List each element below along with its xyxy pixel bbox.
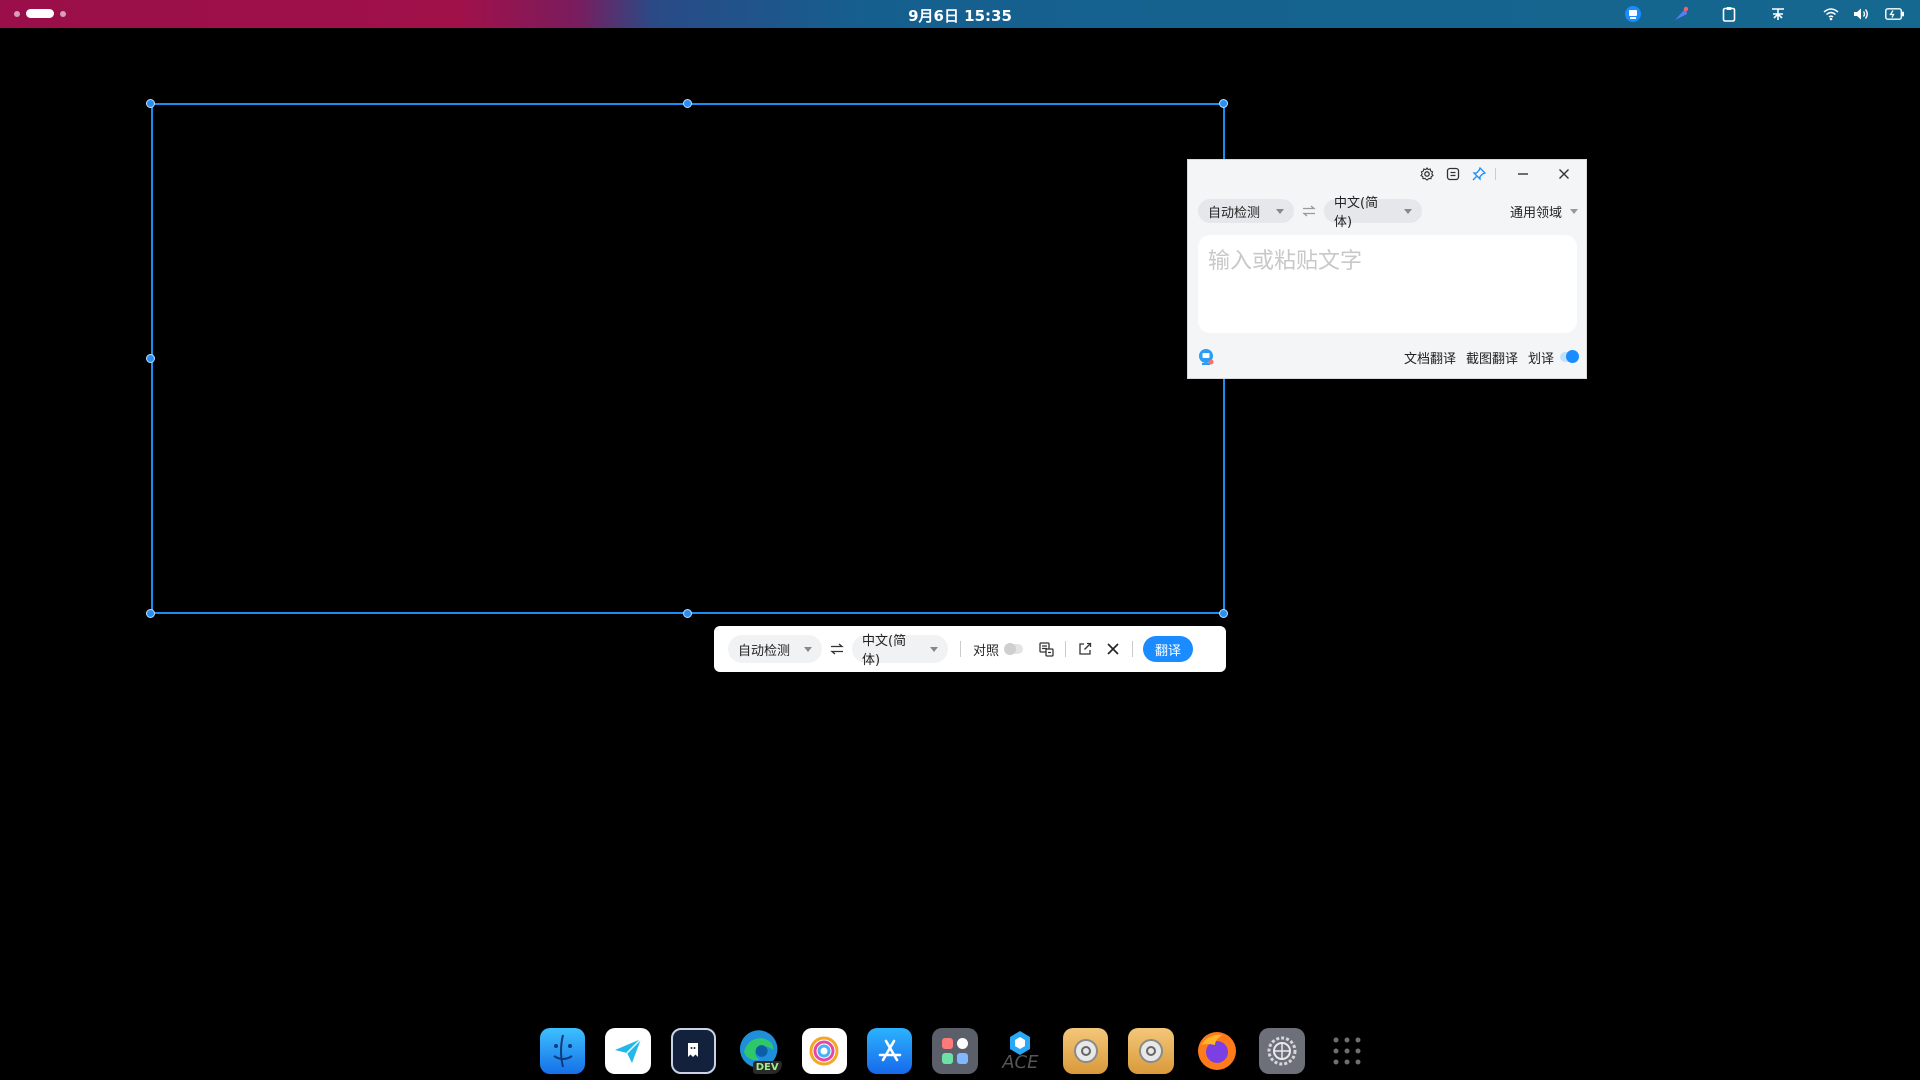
resize-handle-top[interactable] [683,99,692,108]
ace-label: ACE [1002,1052,1039,1073]
swap-icon[interactable] [1302,205,1316,217]
resize-handle-left[interactable] [146,354,155,363]
screenshot-icon[interactable] [1445,166,1461,182]
wifi-icon[interactable] [1820,4,1842,24]
input-area [1198,235,1577,333]
word-translate-toggle[interactable] [1560,350,1579,363]
settings-gold-2-icon[interactable] [1128,1028,1174,1074]
pinwheel-icon[interactable] [801,1028,847,1074]
feather-tray-icon[interactable] [1670,4,1692,24]
paper-plane-icon[interactable] [605,1028,651,1074]
dev-badge: DEV [752,1061,782,1074]
resize-handle-bottom[interactable] [683,609,692,618]
firefox-icon[interactable] [1194,1028,1239,1074]
clipboard-icon[interactable] [1718,4,1740,24]
divider [1132,641,1134,657]
close-icon[interactable] [1104,640,1122,658]
chevron-down-icon [930,646,938,652]
word-translate-label: 划译 [1527,351,1554,367]
divider [1495,168,1496,180]
system-settings-icon[interactable] [1259,1028,1305,1074]
app-grid-icon[interactable] [1325,1028,1370,1074]
resize-handle-top-left[interactable] [146,99,155,108]
capture-target-lang-select[interactable]: 中文(简体) [852,634,948,668]
doc-translate-button[interactable]: 文档翻译 [1404,348,1456,367]
window-titlebar[interactable] [1188,160,1586,188]
translator-window: 自动检测 中文(简体) 通用领域 文档翻译 截图翻译 划译 [1187,159,1587,379]
battery-icon[interactable] [1883,4,1907,24]
domain-select[interactable]: 通用领域 [1510,202,1578,221]
chevron-down-icon [804,646,812,652]
export-icon[interactable] [1076,640,1094,658]
source-lang-select[interactable]: 自动检测 [1198,199,1294,223]
settings-icon[interactable] [1419,166,1435,182]
capture-source-lang-label: 自动检测 [738,643,791,659]
compare-toggle[interactable] [1004,643,1024,655]
translator-tray-icon[interactable] [1622,4,1644,24]
chevron-down-icon [1570,208,1578,214]
dock: DEV ACE [540,1027,1370,1075]
resize-handle-bottom-left[interactable] [146,609,155,618]
finder-icon[interactable] [540,1028,586,1074]
image-text-icon[interactable] [1037,640,1055,658]
capture-source-lang-select[interactable]: 自动检测 [728,635,822,663]
compare-label: 对照 [973,643,1000,659]
launchpad-icon[interactable] [932,1028,978,1074]
divider [1065,641,1067,657]
edge-dev-icon[interactable]: DEV [736,1028,782,1074]
screenshot-translate-button[interactable]: 截图翻译 [1466,348,1518,367]
target-lang-label: 中文(简体) [1334,196,1379,230]
divider [960,641,961,657]
source-text-input[interactable] [1198,235,1577,288]
top-bar: 9月6日 15:35 [0,0,1920,28]
terminal-icon[interactable] [670,1028,717,1074]
domain-label: 通用领域 [1509,205,1562,221]
language-row: 自动检测 中文(简体) 通用领域 [1198,196,1578,230]
ace-icon[interactable]: ACE [998,1028,1043,1074]
target-lang-select[interactable]: 中文(简体) [1324,196,1422,230]
close-icon[interactable] [1556,166,1572,182]
chevron-down-icon [1276,208,1284,214]
app-store-icon[interactable] [866,1028,913,1074]
chevron-down-icon [1404,208,1412,214]
resize-handle-top-right[interactable] [1219,99,1228,108]
screenshot-selection-area[interactable] [151,103,1225,614]
translate-button[interactable]: 翻译 [1143,636,1194,662]
capture-target-lang-label: 中文(简体) [862,634,907,668]
settings-gold-icon[interactable] [1063,1028,1109,1074]
swap-icon[interactable] [828,640,846,658]
screenshot-translate-toolbar: 自动检测 中文(简体) 对照 翻译 [714,626,1226,672]
resize-handle-bottom-right[interactable] [1219,609,1228,618]
minimize-icon[interactable] [1515,166,1531,182]
input-method-icon[interactable] [1767,4,1789,24]
pin-icon[interactable] [1471,166,1487,182]
source-lang-label: 自动检测 [1208,205,1261,221]
window-footer: 文档翻译 截图翻译 划译 [1196,347,1579,367]
volume-icon[interactable] [1850,4,1872,24]
assistant-icon[interactable] [1196,347,1216,367]
